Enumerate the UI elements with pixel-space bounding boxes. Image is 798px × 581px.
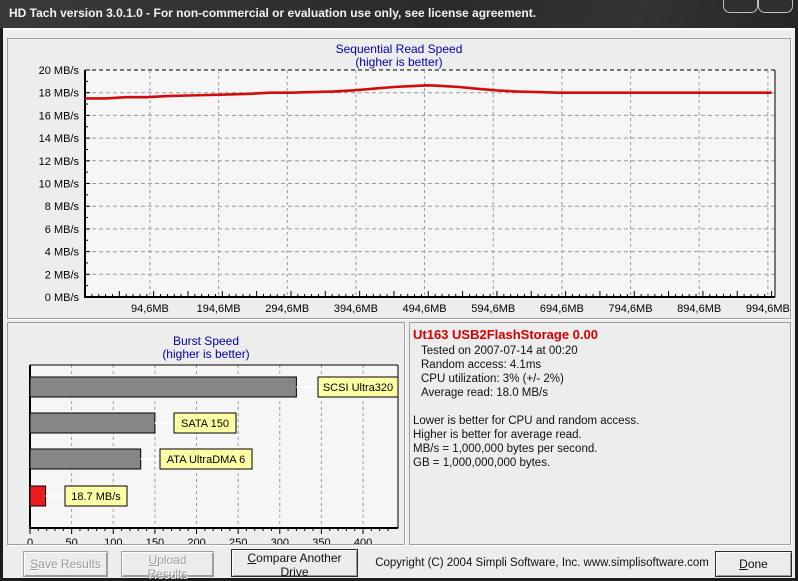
cpu-utilization-line: CPU utilization: 3% (+/- 2%) — [421, 373, 564, 385]
svg-text:12 MB/s: 12 MB/s — [39, 156, 80, 168]
svg-text:SATA 150: SATA 150 — [181, 418, 229, 430]
svg-text:300: 300 — [271, 537, 289, 544]
svg-text:400: 400 — [354, 537, 372, 544]
note-mbs-definition: MB/s = 1,000,000 bytes per second. — [413, 443, 598, 455]
svg-text:794,6MB: 794,6MB — [609, 303, 653, 315]
hdtach-window: HD Tach version 3.0.1.0 - For non-commer… — [0, 0, 798, 581]
svg-text:16 MB/s: 16 MB/s — [39, 110, 80, 122]
sequential-read-chart: 20 MB/s 18 MB/s 16 MB/s 14 MB/s 12 MB/s 10 MB… — [39, 65, 790, 315]
svg-text:394,6MB: 394,6MB — [334, 303, 378, 315]
svg-text:10 MB/s: 10 MB/s — [39, 179, 80, 191]
svg-text:0 MB/s: 0 MB/s — [45, 292, 80, 304]
window-button-right[interactable] — [758, 0, 793, 13]
note-lower-better: Lower is better for CPU and random acces… — [413, 415, 640, 427]
burst-speed-chart: SCSI Ultra320 SATA 150 ATA UltraDMA 6 18.7 … — [27, 364, 399, 544]
svg-text:694,6MB: 694,6MB — [540, 303, 584, 315]
svg-text:8 MB/s: 8 MB/s — [45, 201, 80, 213]
upload-results-button[interactable]: Upload Results — [121, 551, 214, 581]
svg-text:350: 350 — [312, 537, 330, 544]
svg-text:994,6MB: 994,6MB — [746, 303, 790, 315]
svg-text:494,6MB: 494,6MB — [403, 303, 447, 315]
compare-another-drive-button[interactable]: Compare Another Drive — [231, 549, 358, 579]
svg-text:0: 0 — [27, 537, 33, 544]
random-access-line: Random access: 4.1ms — [421, 359, 542, 371]
average-read-line: Average read: 18.0 MB/s — [421, 387, 548, 399]
svg-text:100: 100 — [104, 537, 122, 544]
svg-text:594,6MB: 594,6MB — [471, 303, 515, 315]
svg-text:SCSI Ultra320: SCSI Ultra320 — [323, 382, 393, 394]
drive-name: Ut163 USB2FlashStorage 0.00 — [413, 327, 598, 342]
burst-speed-panel: Burst Speed (higher is better) SCSI Ultr… — [7, 322, 405, 545]
svg-text:50: 50 — [66, 537, 78, 544]
svg-text:4 MB/s: 4 MB/s — [45, 247, 80, 259]
svg-text:20 MB/s: 20 MB/s — [39, 65, 80, 77]
note-higher-better: Higher is better for average read. — [413, 429, 582, 441]
drive-info-panel: Ut163 USB2FlashStorage 0.00 Tested on 20… — [409, 322, 791, 545]
svg-text:18 MB/s: 18 MB/s — [39, 88, 80, 100]
note-gb-definition: GB = 1,000,000,000 bytes. — [413, 457, 551, 469]
svg-text:ATA UltraDMA 6: ATA UltraDMA 6 — [167, 454, 245, 466]
svg-text:2 MB/s: 2 MB/s — [45, 269, 80, 281]
titlebar: HD Tach version 3.0.1.0 - For non-commer… — [0, 0, 798, 28]
svg-text:150: 150 — [146, 537, 164, 544]
tested-on-line: Tested on 2007-07-14 at 00:20 — [421, 345, 578, 357]
svg-text:6 MB/s: 6 MB/s — [45, 224, 80, 236]
window-title: HD Tach version 3.0.1.0 - For non-commer… — [9, 6, 537, 20]
svg-text:14 MB/s: 14 MB/s — [39, 133, 80, 145]
svg-text:200: 200 — [187, 537, 205, 544]
svg-text:894,6MB: 894,6MB — [677, 303, 721, 315]
done-button[interactable]: Done — [715, 551, 792, 577]
svg-text:194,6MB: 194,6MB — [197, 303, 241, 315]
copyright-text: Copyright (C) 2004 Simpli Software, Inc.… — [375, 557, 709, 569]
save-results-button[interactable]: Save Results — [23, 551, 108, 577]
svg-text:294,6MB: 294,6MB — [265, 303, 309, 315]
svg-text:18.7 MB/s: 18.7 MB/s — [71, 491, 121, 503]
main-content: Sequential Read Speed (higher is better)… — [3, 28, 795, 581]
window-button-left[interactable] — [723, 0, 758, 13]
sequential-read-panel: Sequential Read Speed (higher is better)… — [7, 38, 791, 319]
svg-text:250: 250 — [229, 537, 247, 544]
svg-text:94,6MB: 94,6MB — [131, 303, 169, 315]
